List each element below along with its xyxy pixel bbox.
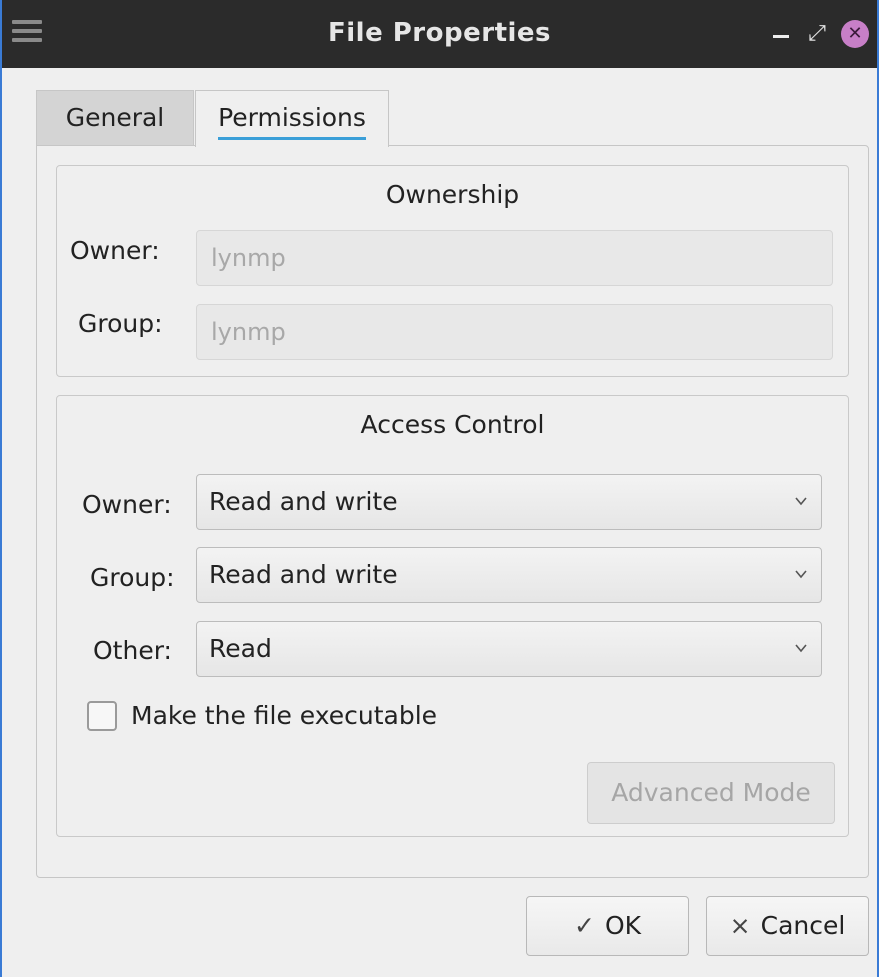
chevron-down-icon xyxy=(795,497,807,506)
advanced-mode-button[interactable]: Advanced Mode xyxy=(587,762,835,824)
tab-general[interactable]: General xyxy=(36,90,194,146)
group-permission-select[interactable]: Read and write xyxy=(196,547,822,603)
close-icon[interactable]: ✕ xyxy=(841,20,869,48)
cancel-button[interactable]: × Cancel xyxy=(706,896,869,956)
tab-general-label: General xyxy=(65,103,165,132)
access-control-group: Access Control Owner: Read and write Gro… xyxy=(56,395,849,837)
chevron-down-icon xyxy=(795,644,807,653)
owner-permission-select[interactable]: Read and write xyxy=(196,474,822,530)
checkmark-icon: ✓ xyxy=(573,911,595,940)
window-title: File Properties xyxy=(327,18,552,48)
tab-permissions[interactable]: Permissions xyxy=(195,90,389,147)
access-control-title: Access Control xyxy=(360,410,545,439)
access-other-label: Other: xyxy=(93,636,172,665)
other-permission-select[interactable]: Read xyxy=(196,621,822,677)
tab-permissions-label: Permissions xyxy=(218,99,366,140)
permissions-panel: Ownership Owner: lynmp Group: lynmp Acce… xyxy=(36,145,869,878)
group-field: lynmp xyxy=(196,304,833,360)
cancel-button-label: Cancel xyxy=(760,911,846,940)
owner-field: lynmp xyxy=(196,230,833,286)
owner-permission-value: Read and write xyxy=(209,487,398,516)
executable-label[interactable]: Make the file executable xyxy=(131,698,437,734)
restore-icon[interactable]: ⤢ xyxy=(805,20,829,48)
access-owner-label: Owner: xyxy=(82,490,172,519)
other-permission-value: Read xyxy=(209,634,272,663)
title-bar[interactable]: File Properties ⤢ ✕ xyxy=(2,0,877,68)
cancel-x-icon: × xyxy=(729,911,751,940)
chevron-down-icon xyxy=(795,570,807,579)
executable-checkbox[interactable] xyxy=(87,701,117,731)
group-permission-value: Read and write xyxy=(209,560,398,589)
access-group-label: Group: xyxy=(90,563,175,592)
ok-button[interactable]: ✓ OK xyxy=(526,896,689,956)
ownership-title: Ownership xyxy=(385,180,520,209)
owner-label: Owner: xyxy=(70,236,160,265)
group-label: Group: xyxy=(78,309,163,338)
file-properties-window: File Properties ⤢ ✕ General Permissions … xyxy=(0,0,879,977)
ownership-group: Ownership Owner: lynmp Group: lynmp xyxy=(56,165,849,377)
ok-button-label: OK xyxy=(604,911,642,940)
